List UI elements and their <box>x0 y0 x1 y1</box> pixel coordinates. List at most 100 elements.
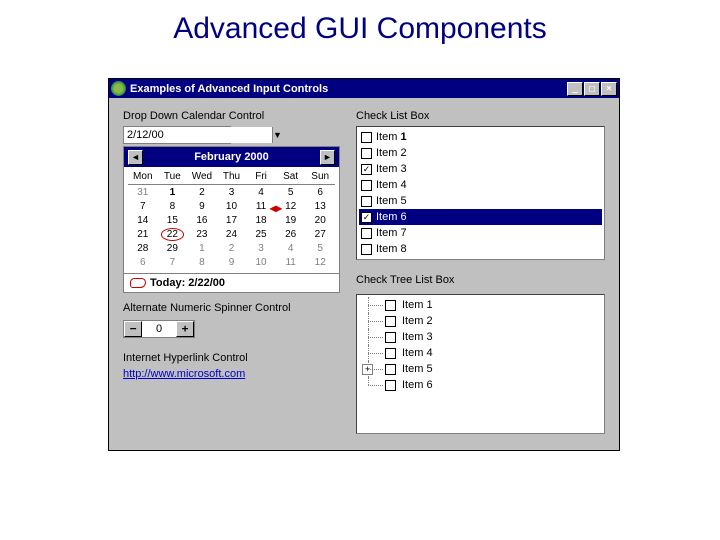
tree-expand-button[interactable]: + <box>362 364 373 375</box>
tree-item-label: Item 1 <box>402 299 433 311</box>
checklist-item[interactable]: Item 5 <box>359 193 602 209</box>
checklist-item-label: Item 3 <box>376 163 407 175</box>
checklist-box[interactable]: Item 1 Item 2 ✓ Item 3 Item 4 Item 5 ✓Item 6 It… <box>356 126 605 260</box>
calendar-day[interactable]: 10 <box>246 256 276 269</box>
calendar-day[interactable]: 14 <box>128 214 158 227</box>
system-menu-icon[interactable] <box>111 81 126 96</box>
tree-item[interactable]: Item 6 <box>359 377 602 393</box>
slide-title: Advanced GUI Components <box>0 0 720 54</box>
checkbox[interactable] <box>385 364 396 375</box>
checklist-item[interactable]: ✓Item 6 <box>359 209 602 225</box>
calendar-day[interactable]: 11 <box>276 256 306 269</box>
calendar-day[interactable]: 31 <box>128 186 158 199</box>
calendar-day[interactable]: 10 <box>217 200 247 213</box>
calendar-day[interactable]: 9 <box>187 200 217 213</box>
calendar-day[interactable]: 20 <box>305 214 335 227</box>
calendar-day[interactable]: 2 <box>217 242 247 255</box>
calendar-day[interactable]: 23 <box>187 228 217 241</box>
calendar-day[interactable]: 16 <box>187 214 217 227</box>
calendar-day[interactable]: 1 <box>187 242 217 255</box>
titlebar[interactable]: Examples of Advanced Input Controls _ □ … <box>109 79 619 98</box>
tree-item-label: Item 4 <box>402 347 433 359</box>
calendar-day[interactable]: 15 <box>158 214 188 227</box>
close-button[interactable]: × <box>601 82 617 96</box>
calendar-day[interactable]: 6 <box>128 256 158 269</box>
tree-item[interactable]: Item 2 <box>359 313 602 329</box>
tree-connector-icon <box>359 329 385 345</box>
checkbox[interactable] <box>385 332 396 343</box>
checkbox[interactable] <box>361 148 372 159</box>
hyperlink[interactable]: http://www.microsoft.com <box>123 368 245 380</box>
checklist-item-label: Item 5 <box>376 195 407 207</box>
tree-connector-icon <box>359 377 385 393</box>
checkbox[interactable] <box>361 180 372 191</box>
checkbox[interactable] <box>385 316 396 327</box>
calendar-day[interactable]: 3 <box>246 242 276 255</box>
calendar-day[interactable]: 5 <box>276 186 306 199</box>
calendar-day[interactable]: 7 <box>128 200 158 213</box>
calendar-day[interactable]: 11 <box>246 200 276 213</box>
calendar-day[interactable]: 1 <box>158 186 188 199</box>
calendar-day[interactable]: 4 <box>276 242 306 255</box>
calendar-today-label[interactable]: Today: 2/22/00 <box>150 277 225 289</box>
checkbox[interactable] <box>385 380 396 391</box>
calendar-day[interactable]: 21 <box>128 228 158 241</box>
checkbox[interactable] <box>361 132 372 143</box>
calendar-date-input[interactable] <box>124 127 272 143</box>
calendar-day[interactable]: 3 <box>217 186 247 199</box>
calendar-day[interactable]: 5 <box>305 242 335 255</box>
calendar-day[interactable]: 27 <box>305 228 335 241</box>
checkbox[interactable] <box>385 300 396 311</box>
calendar-next-button[interactable]: ► <box>320 150 335 165</box>
spinner-value-input[interactable] <box>142 321 176 337</box>
calendar-day[interactable]: 26 <box>276 228 306 241</box>
calendar-day[interactable]: 28 <box>128 242 158 255</box>
calendar-day[interactable]: 7 <box>158 256 188 269</box>
checklist-item[interactable]: Item 4 <box>359 177 602 193</box>
check-tree-box[interactable]: Item 1 Item 2Item 3 Item 4 +Item 5Item 6 <box>356 294 605 434</box>
spinner-increment-button[interactable]: + <box>176 321 194 337</box>
checkbox[interactable] <box>361 244 372 255</box>
checkbox[interactable] <box>385 348 396 359</box>
calendar-day[interactable]: 24 <box>217 228 247 241</box>
maximize-button[interactable]: □ <box>584 82 600 96</box>
calendar-day[interactable]: 29 <box>158 242 188 255</box>
checklist-item[interactable]: ✓ Item 3 <box>359 161 602 177</box>
calendar-day[interactable]: 6 <box>305 186 335 199</box>
checklist-item[interactable]: Item 2 <box>359 145 602 161</box>
calendar-day[interactable]: 18 <box>246 214 276 227</box>
checklist-item[interactable]: Item 8 <box>359 241 602 257</box>
calendar-day[interactable]: 13 <box>305 200 335 213</box>
calendar-day[interactable]: 9 <box>217 256 247 269</box>
tree-item[interactable]: Item 1 <box>359 297 602 313</box>
checklist-item[interactable]: Item 7 <box>359 225 602 241</box>
checklist-item-label: Item 7 <box>376 227 407 239</box>
spinner-decrement-button[interactable]: − <box>124 321 142 337</box>
chevron-down-icon[interactable]: ▼ <box>272 127 282 143</box>
checklist-item-label: Item 1 <box>376 131 407 143</box>
checklist-item[interactable]: Item 1 <box>359 129 602 145</box>
checkbox[interactable] <box>361 228 372 239</box>
calendar-combo[interactable]: ▼ <box>123 126 231 144</box>
calendar-prev-button[interactable]: ◄ <box>128 150 143 165</box>
tree-item[interactable]: Item 4 <box>359 345 602 361</box>
calendar-day[interactable]: 12◂▸ <box>276 200 306 213</box>
calendar-day[interactable]: 2 <box>187 186 217 199</box>
checkbox[interactable]: ✓ <box>361 164 372 175</box>
checkbox[interactable]: ✓ <box>361 212 372 223</box>
calendar-day[interactable]: 25 <box>246 228 276 241</box>
calendar-day[interactable]: 22 <box>158 228 188 241</box>
minimize-button[interactable]: _ <box>567 82 583 96</box>
checklist-label: Check List Box <box>356 110 605 122</box>
calendar-day[interactable]: 19 <box>276 214 306 227</box>
calendar-day[interactable]: 8 <box>187 256 217 269</box>
tree-label: Check Tree List Box <box>356 274 605 286</box>
checkbox[interactable] <box>361 196 372 207</box>
calendar-day[interactable]: 8 <box>158 200 188 213</box>
calendar-day[interactable]: 12 <box>305 256 335 269</box>
calendar-day[interactable]: 17 <box>217 214 247 227</box>
tree-item[interactable]: Item 3 <box>359 329 602 345</box>
tree-item[interactable]: +Item 5 <box>359 361 602 377</box>
calendar-day[interactable]: 4 <box>246 186 276 199</box>
calendar-dow: Thu <box>217 169 247 185</box>
